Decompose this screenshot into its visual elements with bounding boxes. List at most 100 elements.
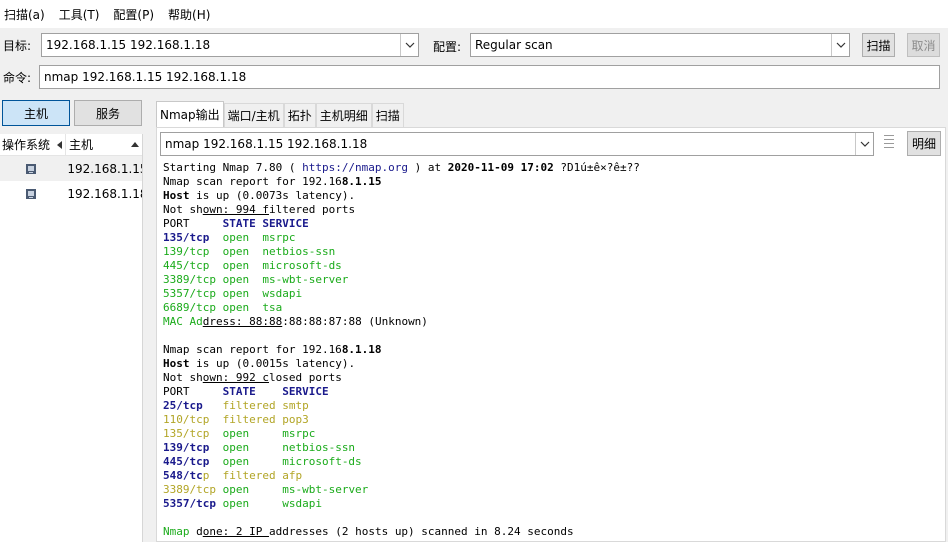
output-segment: open wsdapi: [222, 497, 322, 510]
output-segment: open msrpc: [215, 231, 296, 244]
nmap-output-text[interactable]: Starting Nmap 7.80 ( https://nmap.org ) …: [163, 161, 943, 539]
output-line: 139/tcp open netbios-ssn: [163, 441, 943, 455]
output-segment: 135/tcp: [163, 427, 216, 440]
output-line: 25/tcp filtered smtp: [163, 399, 943, 413]
output-segment: losed ports: [268, 371, 342, 384]
menu-profile[interactable]: 配置(P): [113, 6, 154, 23]
output-line: 3389/tcp open ms-wbt-server: [163, 483, 943, 497]
details-button[interactable]: 明细: [907, 131, 941, 156]
output-segment: is up (0.0073s latency).: [189, 189, 356, 202]
output-segment: Nmap scan report for 192.16: [163, 343, 342, 356]
services-tab[interactable]: 服务: [74, 100, 142, 126]
profile-combobox[interactable]: Regular scan: [470, 33, 850, 57]
host-column-header[interactable]: 主机: [66, 134, 142, 155]
os-unknown-icon: [25, 188, 36, 199]
left-view-tabs: 主机 服务: [2, 100, 146, 126]
target-combobox[interactable]: 192.168.1.15 192.168.1.18: [41, 33, 419, 57]
target-input[interactable]: 192.168.1.15 192.168.1.18: [42, 38, 400, 52]
host-row[interactable]: 192.168.1.15: [0, 156, 142, 181]
output-line: Starting Nmap 7.80 ( https://nmap.org ) …: [163, 161, 943, 175]
output-line: Nmap scan report for 192.16 8.1.18: [163, 343, 943, 357]
output-segment: STATE SERVICE: [222, 217, 309, 230]
output-segment: STATE SERVICE: [222, 385, 329, 398]
tab-scans[interactable]: 扫描: [371, 103, 404, 127]
scan-button[interactable]: 扫描: [862, 33, 895, 57]
output-segment: 6689/tcp open tsa: [163, 301, 283, 314]
chevron-down-icon[interactable]: [831, 34, 849, 56]
output-segment: 3389/tcp: [163, 483, 223, 496]
output-segment: 5357/tcp open wsdapi: [163, 287, 303, 300]
output-line: [163, 329, 943, 343]
output-segment: open msrpc: [215, 427, 316, 440]
tab-topology[interactable]: 拓扑: [283, 103, 316, 127]
chevron-down-icon[interactable]: [855, 133, 873, 155]
output-line: Nmap d one: 2 IP addresses (2 hosts up) s…: [163, 525, 943, 539]
tab-host-details[interactable]: 主机明细: [315, 103, 372, 127]
output-segment: one: 2 IP: [202, 525, 269, 538]
output-scan-selector[interactable]: nmap 192.168.1.15 192.168.1.18: [160, 132, 874, 156]
output-line: 548/tc p filtered afp: [163, 469, 943, 483]
output-segment: 139/tcp open netbios-ssn: [163, 245, 336, 258]
output-segment: 8.1.15: [341, 175, 382, 188]
output-segment: Nmap: [163, 525, 197, 538]
host-list-header: 操作系统 主机: [0, 134, 142, 156]
command-input[interactable]: nmap 192.168.1.15 192.168.1.18: [39, 65, 940, 89]
profile-input[interactable]: Regular scan: [471, 38, 831, 52]
output-segment: 445/tcp open microsoft-ds: [163, 259, 342, 272]
menu-scan[interactable]: 扫描(a): [4, 6, 45, 23]
host-list-panel: 操作系统 主机 192.168.1.15 192.168.1.18: [0, 134, 143, 542]
output-segment: open microsoft-ds: [215, 455, 362, 468]
output-line: PORT STATE SERVICE: [163, 385, 943, 399]
hosts-tab[interactable]: 主机: [2, 100, 70, 126]
caret-left-icon: [57, 140, 62, 149]
output-segment: ?D1ú±ê×?ê±??: [553, 161, 640, 174]
output-segment: dress: 88:88: [202, 315, 283, 328]
output-segment: https://nmap.org: [302, 161, 409, 174]
output-segment: MAC Ad: [163, 315, 203, 328]
cancel-button[interactable]: 取消: [907, 33, 940, 57]
output-segment: Not sh: [163, 371, 203, 384]
output-line: Host is up (0.0015s latency).: [163, 357, 943, 371]
sort-up-icon: [131, 142, 139, 147]
output-segment: 8.1.18: [341, 343, 382, 356]
output-segment: :88:88:87:88 (Unknown): [282, 315, 428, 328]
output-segment: 135/tcp: [163, 231, 216, 244]
host-ip: 192.168.1.18: [67, 186, 142, 201]
host-row[interactable]: 192.168.1.18: [0, 181, 142, 206]
os-column-label: 操作系统: [2, 138, 51, 152]
output-tabs: Nmap输出 端口/主机 拓扑 主机明细 扫描: [156, 101, 404, 127]
os-unknown-icon: [25, 163, 36, 174]
output-line: [163, 511, 943, 525]
os-column-header[interactable]: 操作系统: [0, 134, 66, 155]
output-segment: own: 992 c: [202, 371, 269, 384]
output-line: MAC Ad dress: 88:88:88:88:87:88 (Unknown): [163, 315, 943, 329]
output-segment: own: 994 f: [202, 203, 269, 216]
output-segment: ) at: [408, 161, 448, 174]
output-segment: Not sh: [163, 203, 203, 216]
output-scan-selector-value[interactable]: nmap 192.168.1.15 192.168.1.18: [161, 137, 855, 151]
output-segment: p filtered afp: [202, 469, 303, 482]
output-segment: Host: [163, 357, 190, 370]
output-segment: 110/tcp filtered pop3: [163, 413, 309, 426]
output-segment: filtered smtp: [209, 399, 309, 412]
output-segment: [163, 511, 170, 525]
tab-ports-hosts[interactable]: 端口/主机: [223, 103, 284, 127]
output-line: 3389/tcp open ms-wbt-server: [163, 273, 943, 287]
output-line: 139/tcp open netbios-ssn: [163, 245, 943, 259]
output-segment: 5357/tcp: [163, 497, 223, 510]
menu-help[interactable]: 帮助(H): [168, 6, 210, 23]
output-line: 135/tcp open msrpc: [163, 427, 943, 441]
output-segment: PORT: [163, 385, 223, 398]
output-segment: open netbios-ssn: [215, 441, 356, 454]
host-column-label: 主机: [69, 138, 94, 152]
output-segment: 445/tcp: [163, 455, 216, 468]
chevron-down-icon[interactable]: [400, 34, 418, 56]
menu-tools[interactable]: 工具(T): [59, 6, 100, 23]
output-line: 135/tcp open msrpc: [163, 231, 943, 245]
output-segment: 2020-11-09 17:02: [447, 161, 554, 174]
output-line: Host is up (0.0073s latency).: [163, 189, 943, 203]
output-segment: 3389/tcp open ms-wbt-server: [163, 273, 349, 286]
tab-nmap-output[interactable]: Nmap输出: [156, 101, 224, 127]
output-segment: PORT: [163, 217, 223, 230]
profile-label: 配置:: [433, 40, 462, 54]
